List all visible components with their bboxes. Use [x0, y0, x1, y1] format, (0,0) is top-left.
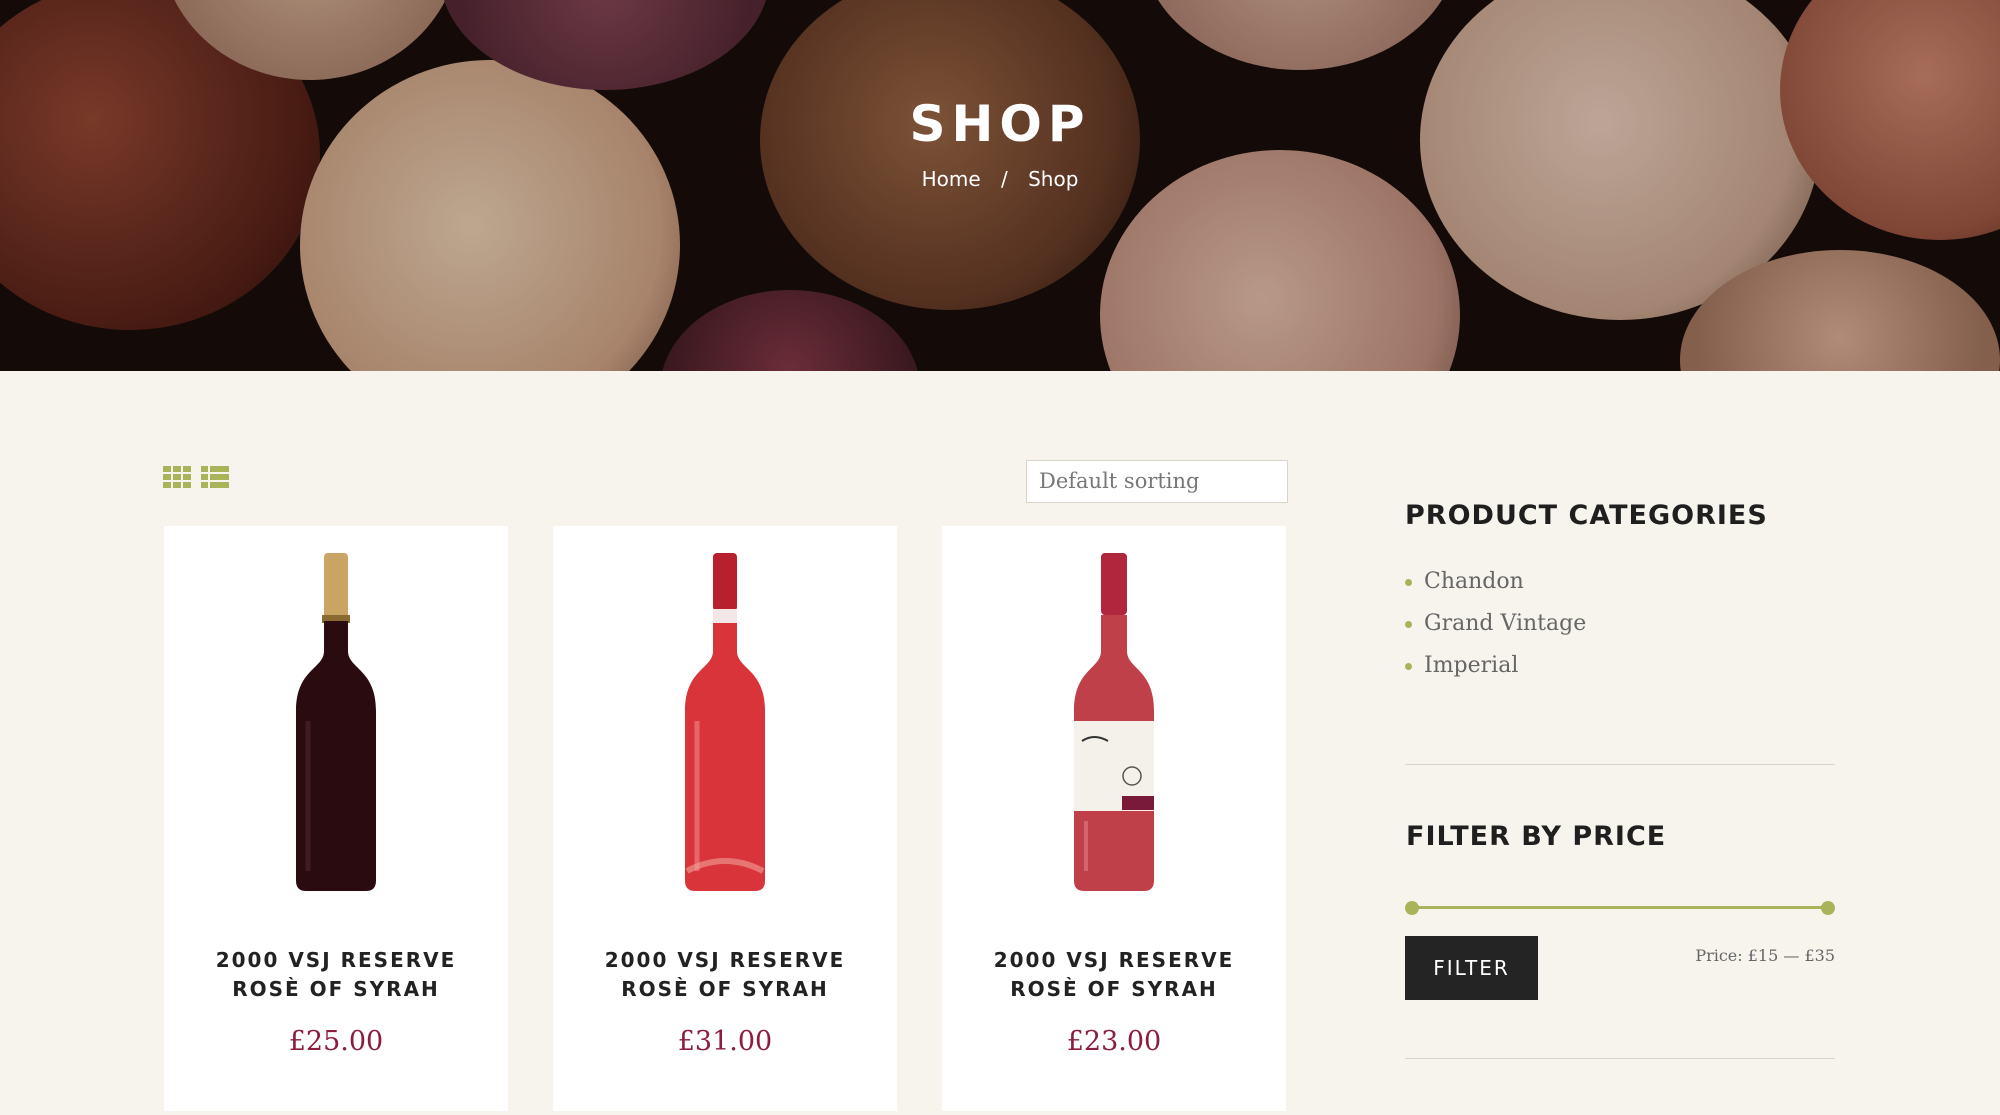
wine-bottle-icon	[296, 553, 376, 891]
product-image[interactable]	[942, 551, 1286, 896]
category-item-imperial[interactable]: Imperial	[1405, 645, 1586, 687]
hero-banner: SHOP Home / Shop	[0, 0, 2000, 371]
product-categories-title: PRODUCT CATEGORIES	[1405, 500, 1768, 531]
sidebar-divider	[1405, 764, 1835, 765]
category-item-chandon[interactable]: Chandon	[1405, 561, 1586, 603]
product-card[interactable]: 2000 VSJ RESERVE ROSÈ OF SYRAH £31.00	[553, 526, 897, 1111]
price-slider-min-handle[interactable]	[1405, 901, 1419, 915]
product-name[interactable]: 2000 VSJ RESERVE ROSÈ OF SYRAH	[573, 946, 877, 1004]
wine-bottle-icon	[685, 553, 765, 891]
breadcrumb-current: Shop	[1028, 167, 1079, 191]
wine-bottle-icon	[1074, 553, 1154, 891]
product-card[interactable]: 2000 VSJ RESERVE ROSÈ OF SYRAH £23.00	[942, 526, 1286, 1111]
shop-content: Default sorting 2000 VSJ RESERVE ROSÈ OF…	[0, 371, 2000, 1115]
product-card[interactable]: 2000 VSJ RESERVE ROSÈ OF SYRAH £25.00	[164, 526, 508, 1111]
grid-view-icon[interactable]	[163, 466, 191, 490]
sorting-select[interactable]: Default sorting	[1026, 460, 1288, 503]
filter-button[interactable]: FILTER	[1405, 936, 1538, 1000]
product-image[interactable]	[164, 551, 508, 896]
sidebar-divider	[1405, 1058, 1835, 1059]
breadcrumb: Home / Shop	[0, 167, 2000, 191]
product-price: £23.00	[1066, 1026, 1162, 1057]
price-slider-track	[1412, 906, 1828, 909]
product-price: £31.00	[677, 1026, 773, 1057]
filter-by-price-title: FILTER BY PRICE	[1406, 821, 1667, 852]
list-view-icon[interactable]	[201, 466, 229, 490]
price-slider[interactable]	[1405, 901, 1835, 915]
product-price: £25.00	[288, 1026, 384, 1057]
product-name[interactable]: 2000 VSJ RESERVE ROSÈ OF SYRAH	[184, 946, 488, 1004]
breadcrumb-home-link[interactable]: Home	[922, 167, 981, 191]
price-slider-max-handle[interactable]	[1821, 901, 1835, 915]
view-toggle	[163, 466, 229, 490]
breadcrumb-separator: /	[1001, 167, 1008, 191]
page-title: SHOP	[909, 95, 1091, 153]
category-list: Chandon Grand Vintage Imperial	[1405, 561, 1586, 687]
product-name[interactable]: 2000 VSJ RESERVE ROSÈ OF SYRAH	[962, 946, 1266, 1004]
product-grid: 2000 VSJ RESERVE ROSÈ OF SYRAH £25.00 20…	[164, 526, 1286, 1111]
category-item-grand-vintage[interactable]: Grand Vintage	[1405, 603, 1586, 645]
price-range-text: Price: £15 — £35	[1695, 946, 1835, 965]
product-image[interactable]	[553, 551, 897, 896]
